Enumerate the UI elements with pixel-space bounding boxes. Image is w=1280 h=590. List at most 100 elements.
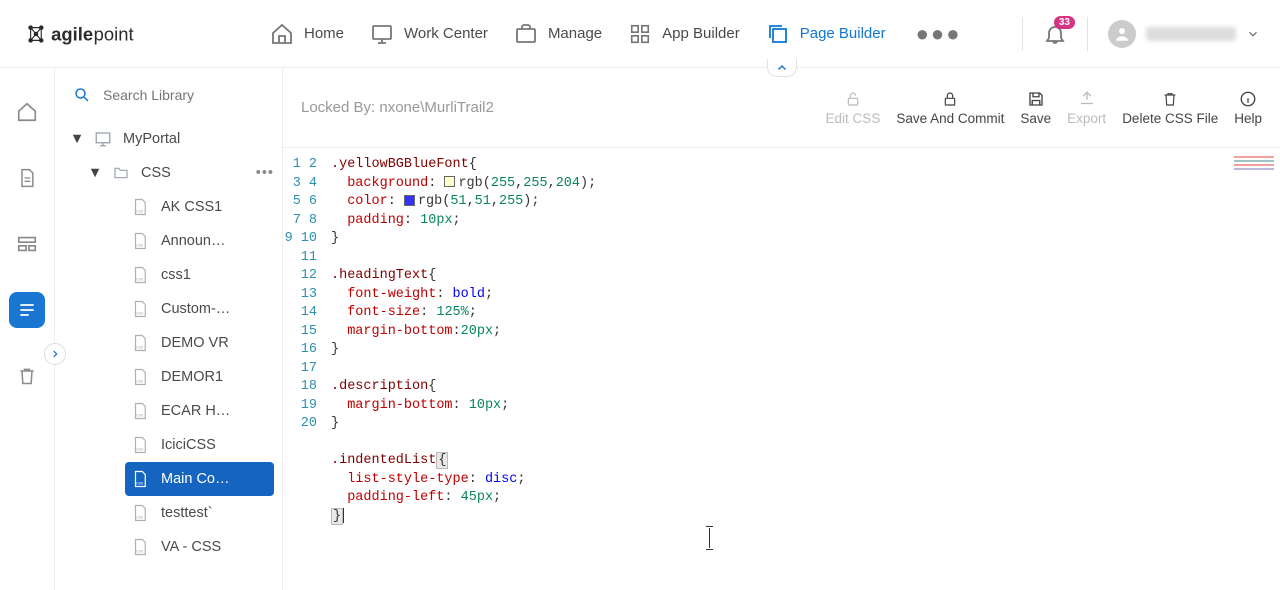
file-item[interactable]: css Announ… (125, 224, 282, 258)
svg-text:css: css (136, 208, 144, 213)
nav-page-builder[interactable]: Page Builder (766, 22, 886, 46)
folder-more-icon[interactable]: ••• (256, 165, 274, 181)
action-delete-css[interactable]: Delete CSS File (1122, 89, 1218, 126)
file-label: Announ… (161, 233, 226, 249)
file-item[interactable]: css ECAR H… (125, 394, 282, 428)
unlock-icon (845, 89, 861, 109)
topbar-right: 33 (1022, 17, 1260, 51)
file-item[interactable]: css IciciCSS (125, 428, 282, 462)
main-area: Locked By: nxone\MurliTrail2 Edit CSS Sa… (283, 68, 1280, 590)
chevron-down-icon (1246, 27, 1260, 41)
workspace: ▼ MyPortal ▼ CSS ••• css AK CSS1 css Announ… (0, 68, 1280, 590)
file-item[interactable]: css AK CSS1 (125, 190, 282, 224)
nav-more-icon[interactable]: ●●● (916, 21, 962, 47)
file-item[interactable]: css Custom-… (125, 292, 282, 326)
action-label: Edit CSS (826, 111, 881, 126)
svg-text:css: css (136, 242, 144, 247)
css-file-icon: css (131, 333, 149, 353)
svg-text:point: point (94, 23, 134, 44)
file-item[interactable]: css VA - CSS (125, 530, 282, 564)
svg-text:css: css (136, 344, 144, 349)
notifications-badge: 33 (1054, 16, 1075, 29)
action-export: Export (1067, 89, 1106, 126)
rail-home[interactable] (9, 94, 45, 130)
search-icon (73, 86, 91, 104)
lock-icon (942, 89, 958, 109)
file-label: css1 (161, 267, 191, 283)
svg-text:css: css (136, 310, 144, 315)
code-content[interactable]: .yellowBGBlueFont{ background: rgb(255,2… (331, 156, 1268, 582)
file-label: Custom-… (161, 301, 230, 317)
svg-text:css: css (136, 446, 144, 451)
file-item[interactable]: cssMain Co… (125, 462, 274, 496)
rail-components[interactable] (9, 226, 45, 262)
action-label: Help (1234, 111, 1262, 126)
monitor-icon (370, 22, 394, 46)
file-item[interactable]: cssDEMOR1 (125, 360, 282, 394)
action-save[interactable]: Save (1020, 89, 1051, 126)
nav-app-builder-label: App Builder (662, 25, 740, 42)
nav-home[interactable]: Home (270, 22, 344, 46)
file-label: AK CSS1 (161, 199, 222, 215)
action-save-and-commit[interactable]: Save And Commit (896, 89, 1004, 126)
notifications-button[interactable]: 33 (1043, 22, 1067, 46)
nav-manage-label: Manage (548, 25, 602, 42)
tree-children: cssAK CSS1cssAnnoun…csscss1cssCustom-…cs… (89, 190, 282, 564)
code-editor[interactable]: 1 2 3 4 5 6 7 8 9 10 11 12 13 14 15 16 1… (283, 148, 1280, 590)
search-input[interactable] (103, 87, 253, 103)
action-label: Export (1067, 111, 1106, 126)
css-file-icon: css (131, 435, 149, 455)
caret-down-icon: ▼ (89, 165, 101, 181)
library-tree: ▼ MyPortal ▼ CSS ••• css AK CSS1 css Announ… (55, 122, 282, 564)
svg-text:css: css (136, 480, 144, 485)
file-item[interactable]: csstesttest` (125, 496, 282, 530)
brand-logo: agile point (20, 15, 190, 53)
nav-manage[interactable]: Manage (514, 22, 602, 46)
info-icon (1239, 89, 1257, 109)
rail-pages[interactable] (9, 160, 45, 196)
caret-down-icon: ▼ (71, 131, 83, 147)
css-file-icon: css (131, 265, 149, 285)
divider (1022, 17, 1023, 51)
grid-icon (628, 22, 652, 46)
svg-text:css: css (136, 412, 144, 417)
file-label: ECAR H… (161, 403, 230, 419)
library-search[interactable] (55, 86, 282, 122)
tree-folder-label: CSS (141, 165, 171, 181)
save-icon (1027, 89, 1045, 109)
left-rail (0, 68, 55, 590)
tree-folder-css[interactable]: ▼ CSS ••• (89, 156, 282, 190)
rail-trash[interactable] (9, 358, 45, 394)
user-menu[interactable] (1108, 20, 1260, 48)
action-label: Save (1020, 111, 1051, 126)
css-file-icon: css (131, 401, 149, 421)
library-panel: ▼ MyPortal ▼ CSS ••• css AK CSS1 css Announ… (55, 68, 283, 590)
css-file-icon: css (131, 299, 149, 319)
rail-library[interactable] (9, 292, 45, 328)
home-icon (270, 22, 294, 46)
tree-root-label: MyPortal (123, 131, 180, 147)
action-help[interactable]: Help (1234, 89, 1262, 126)
divider (1087, 17, 1088, 51)
css-file-icon: css (131, 537, 149, 557)
toolbar-actions: Edit CSS Save And Commit Save (826, 89, 1262, 126)
line-gutter: 1 2 3 4 5 6 7 8 9 10 11 12 13 14 15 16 1… (283, 156, 331, 582)
svg-text:css: css (136, 378, 144, 383)
nav-page-builder-label: Page Builder (800, 25, 886, 42)
collapse-handle[interactable] (767, 59, 797, 77)
nav-app-builder[interactable]: App Builder (628, 22, 740, 46)
file-label: VA - CSS (161, 539, 221, 555)
rail-expand-button[interactable] (44, 343, 66, 365)
nav-items: Home Work Center Manage App Builder Page… (270, 21, 962, 47)
css-file-icon: css (131, 503, 149, 523)
file-item[interactable]: cssDEMO VR (125, 326, 282, 360)
tree-root[interactable]: ▼ MyPortal (71, 122, 282, 156)
file-item[interactable]: css css1 (125, 258, 282, 292)
svg-text:css: css (136, 548, 144, 553)
nav-work-center[interactable]: Work Center (370, 22, 488, 46)
svg-text:agile: agile (51, 23, 93, 44)
action-label: Save And Commit (896, 111, 1004, 126)
file-label: IciciCSS (161, 437, 216, 453)
nav-home-label: Home (304, 25, 344, 42)
svg-text:css: css (136, 514, 144, 519)
